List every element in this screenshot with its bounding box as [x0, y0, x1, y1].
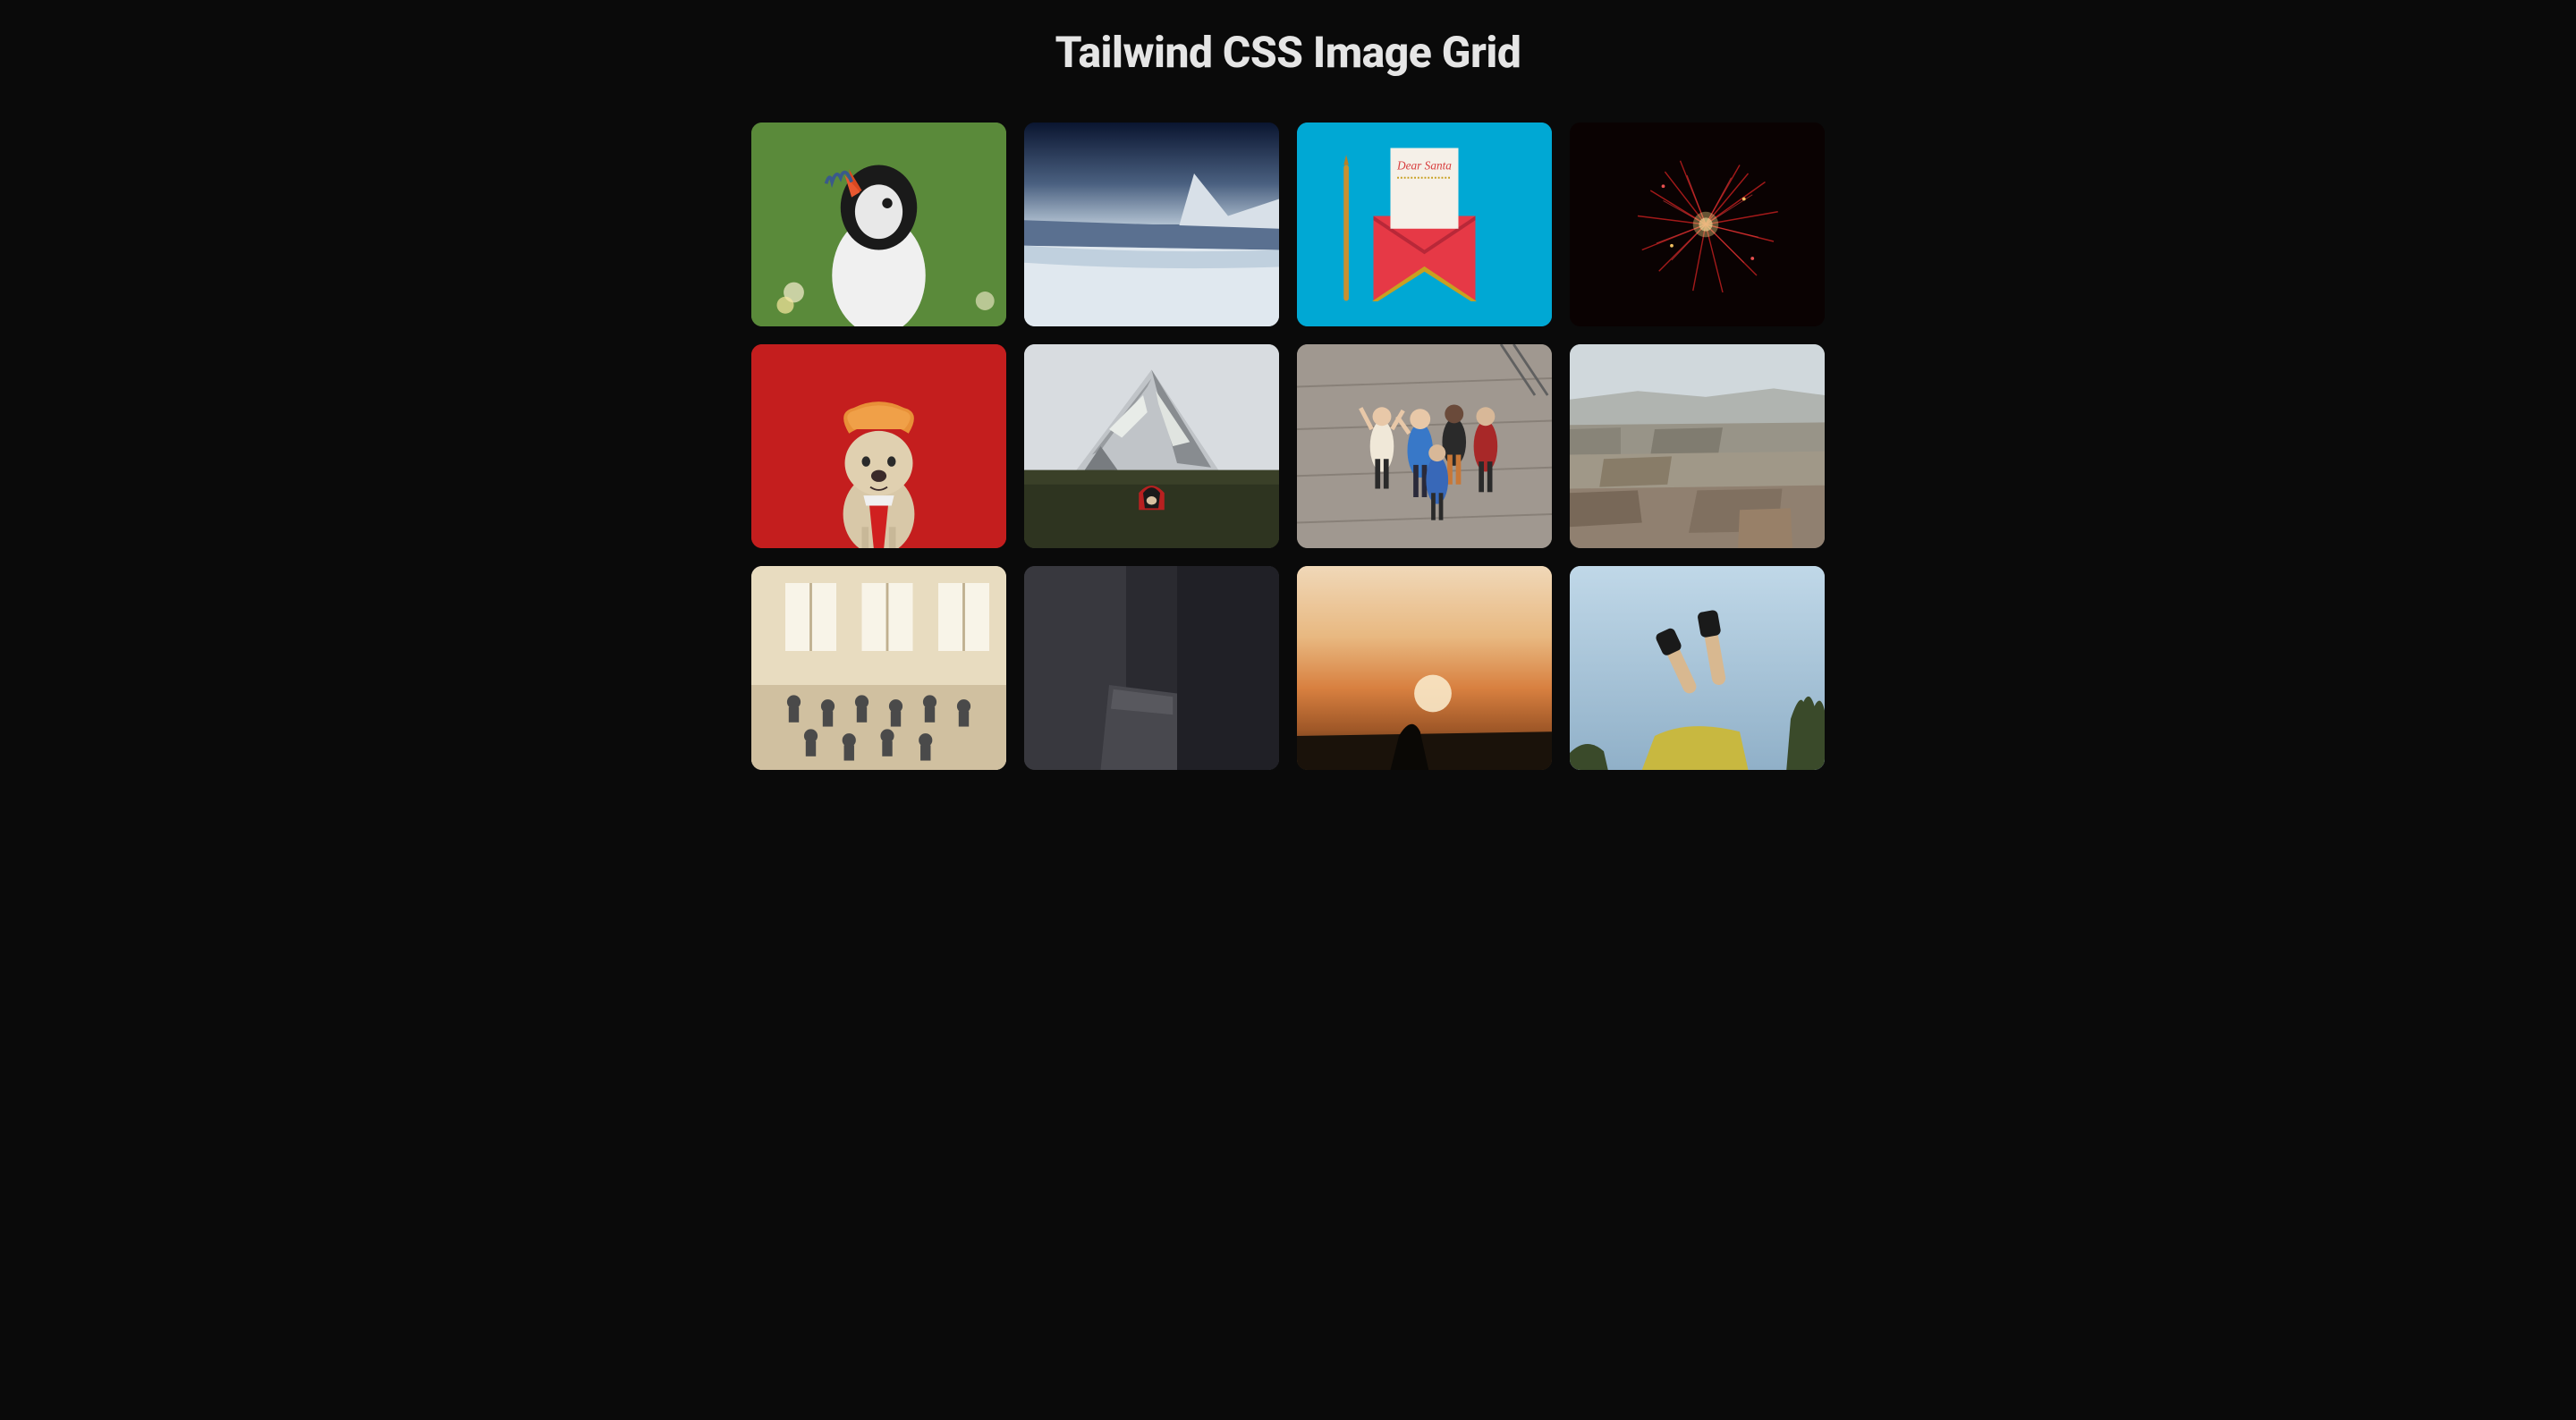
grid-image-dark-room[interactable] [1024, 566, 1279, 770]
page-container: Tailwind CSS Image Grid [716, 27, 1860, 770]
grid-image-canyon[interactable] [1570, 344, 1825, 548]
image-grid: Dear Santa [751, 123, 1825, 770]
grid-image-friends[interactable] [1297, 344, 1552, 548]
grid-image-mountain-tent[interactable] [1024, 344, 1279, 548]
grid-image-sunset[interactable] [1297, 566, 1552, 770]
grid-image-snowy-lake[interactable] [1024, 123, 1279, 326]
page-title: Tailwind CSS Image Grid [751, 27, 1825, 78]
grid-image-fireworks[interactable] [1570, 123, 1825, 326]
grid-image-legs-sky[interactable] [1570, 566, 1825, 770]
grid-image-puffin[interactable] [751, 123, 1006, 326]
grid-image-bulldog[interactable] [751, 344, 1006, 548]
santa-letter-text: Dear Santa [1396, 158, 1452, 172]
grid-image-dear-santa[interactable]: Dear Santa [1297, 123, 1552, 326]
grid-image-classroom[interactable] [751, 566, 1006, 770]
